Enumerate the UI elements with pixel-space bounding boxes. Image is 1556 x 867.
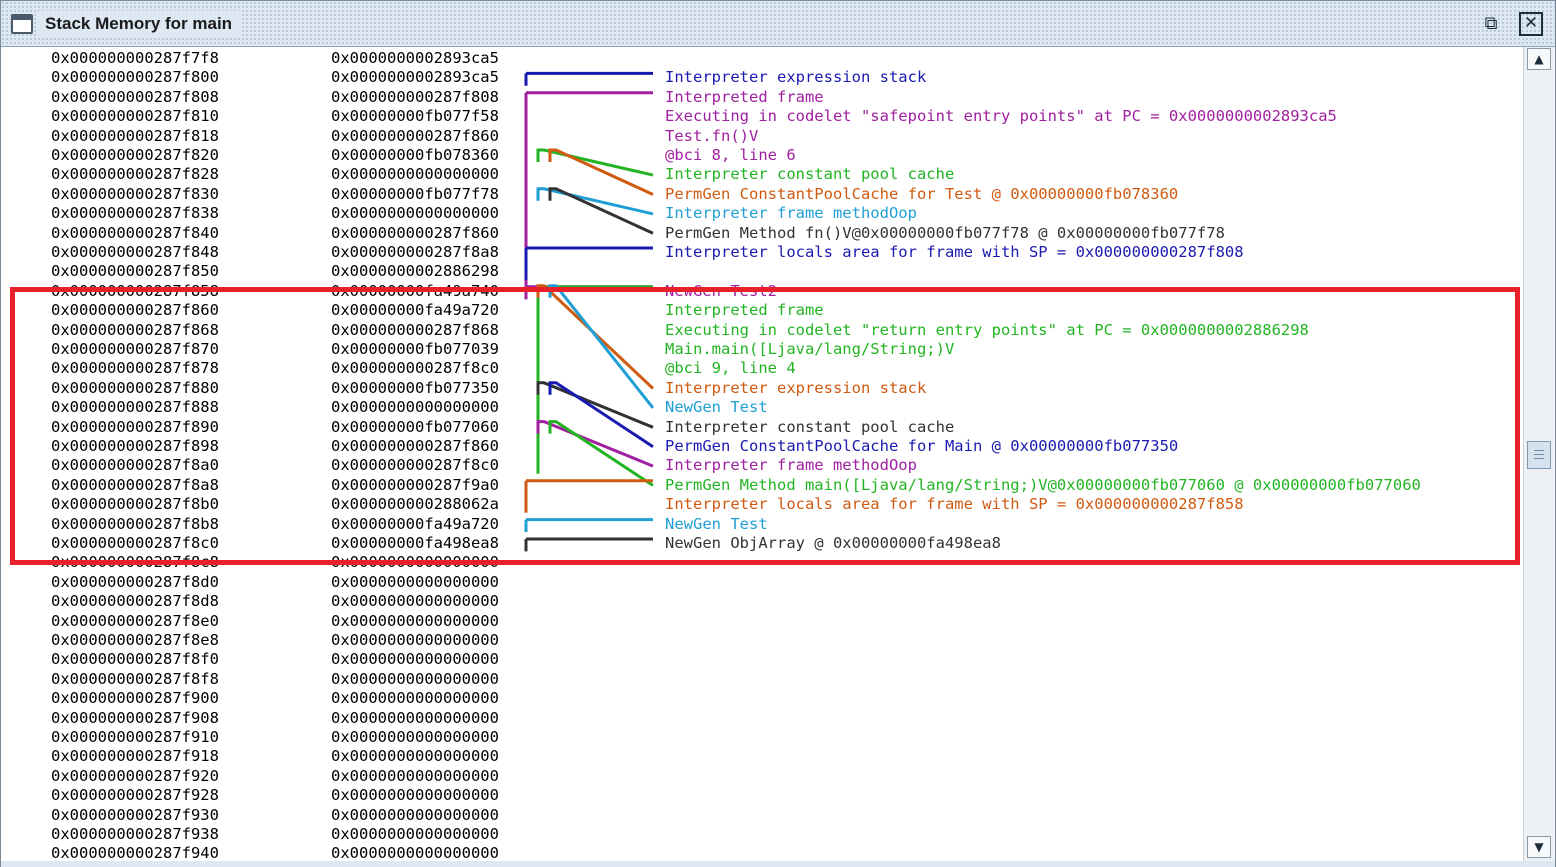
scroll-thumb[interactable] bbox=[1527, 441, 1551, 469]
pointer-connector bbox=[536, 148, 654, 177]
annotation-label: Interpreter frame methodOop bbox=[665, 204, 917, 223]
annotation-label: PermGen Method fn()V@0x00000000fb077f78 … bbox=[665, 223, 1225, 242]
stack-memory-view[interactable]: 0x000000000287f7f8 0x0000000002893ca5 0x00… bbox=[1, 47, 1523, 861]
annotation-label: Interpreter constant pool cache bbox=[665, 165, 955, 184]
restore-icon[interactable]: ⧉ bbox=[1479, 12, 1503, 36]
scroll-down-button[interactable]: ▼ bbox=[1527, 836, 1551, 858]
close-icon[interactable]: ✕ bbox=[1519, 12, 1543, 36]
frame-bracket bbox=[524, 71, 653, 86]
thumb-grip bbox=[1534, 450, 1544, 451]
annotation-label: Interpreter locals area for frame with S… bbox=[665, 243, 1244, 261]
annotation-label: PermGen ConstantPoolCache for Test @ 0x0… bbox=[665, 184, 1179, 203]
annotation-label: Interpreted frame bbox=[665, 87, 824, 106]
thumb-grip bbox=[1534, 458, 1544, 459]
vertical-scrollbar[interactable]: ▲ ▼ bbox=[1523, 47, 1555, 861]
frame-icon bbox=[11, 14, 33, 34]
annotation-label: @bci 8, line 6 bbox=[665, 146, 796, 164]
window-bottom-border bbox=[1, 861, 1555, 867]
title-bar[interactable]: Stack Memory for main ⧉ ✕ bbox=[1, 1, 1555, 47]
annotation-label: Test.fn()V bbox=[665, 126, 759, 145]
frame-bracket bbox=[524, 91, 653, 300]
stack-memory-window: Stack Memory for main ⧉ ✕ 0x000000000287… bbox=[0, 0, 1556, 867]
pointer-connector bbox=[536, 187, 654, 216]
window-title: Stack Memory for main bbox=[37, 11, 241, 37]
annotation-label: Executing in codelet "safepoint entry po… bbox=[665, 107, 1337, 126]
highlight-box bbox=[10, 287, 1520, 566]
thumb-grip bbox=[1534, 454, 1544, 455]
scroll-up-button[interactable]: ▲ bbox=[1527, 48, 1551, 70]
frame-bracket bbox=[524, 246, 653, 280]
annotation-label: Interpreter expression stack bbox=[665, 68, 927, 87]
